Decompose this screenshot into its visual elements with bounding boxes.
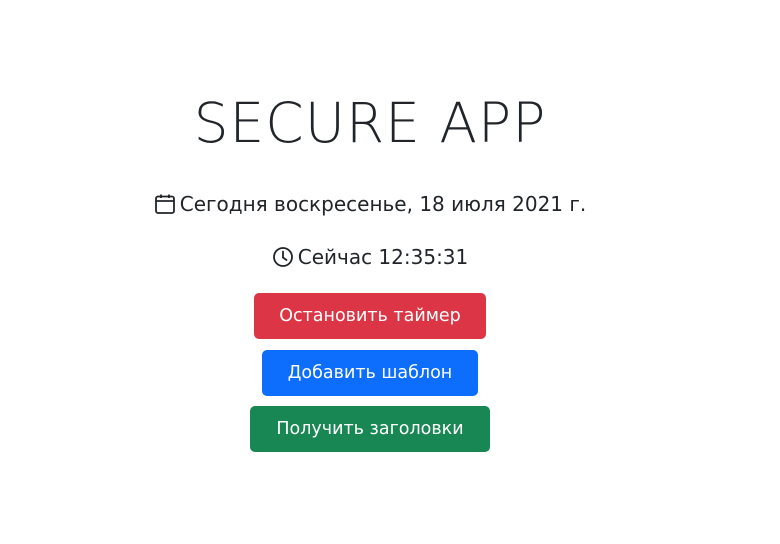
current-date-text: Сегодня воскресенье, 18 июля 2021 г.: [179, 192, 587, 216]
clock-icon: [272, 245, 298, 269]
app-page: SECURE APP Сегодня воскресенье, 18 июля …: [0, 0, 780, 544]
current-time: Сейчас 12:35:31: [0, 243, 740, 271]
get-headers-button[interactable]: Получить заголовки: [250, 406, 490, 452]
add-template-button[interactable]: Добавить шаблон: [262, 350, 478, 396]
calendar-icon: [154, 192, 180, 216]
stop-timer-button[interactable]: Остановить таймер: [254, 293, 486, 339]
page-title: SECURE APP: [193, 91, 547, 155]
current-date: Сегодня воскресенье, 18 июля 2021 г.: [0, 190, 740, 218]
current-time-text: Сейчас 12:35:31: [297, 245, 469, 269]
